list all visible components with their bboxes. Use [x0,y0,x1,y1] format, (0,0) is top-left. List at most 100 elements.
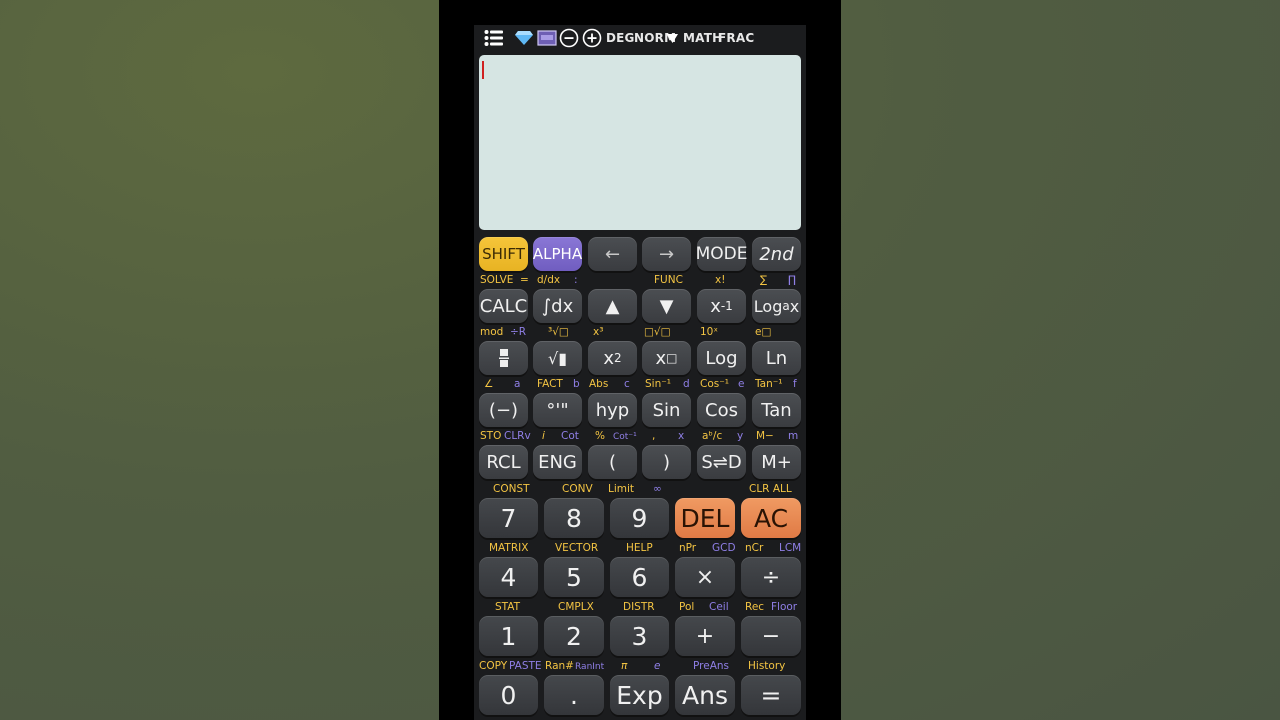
calc-key[interactable]: CALC [479,289,528,323]
digit-5-key[interactable]: 5 [544,557,604,597]
arrow-right-icon: → [658,243,675,265]
loga-x: x [789,296,800,316]
rcl-key[interactable]: RCL [479,445,528,479]
label-paste: PASTE [509,660,542,672]
sin-key[interactable]: Sin [642,393,691,427]
label-pol: Pol [679,601,695,613]
digit-2-key[interactable]: 2 [544,616,604,656]
label-preans: PreAns [693,660,730,672]
label-ten-power: 10ˣ [700,326,719,338]
label-nth-root: □√□ [644,326,671,338]
zoom-out-icon[interactable] [559,25,579,51]
label-var-f: f [793,378,797,390]
decimal-point-key[interactable]: . [544,675,604,715]
digit-1-key[interactable]: 1 [479,616,538,656]
s-to-d-key[interactable]: S⇌D [697,445,746,479]
loga-text: Log [753,296,783,316]
arrow-up-icon: ▲ [605,295,620,317]
divide-key[interactable]: ÷ [741,557,801,597]
label-var-m: m [788,430,799,442]
second-function-key[interactable]: 2nd [752,237,801,271]
cursor-right-key[interactable]: → [642,237,691,271]
label-clrv: CLRv [504,430,531,442]
cursor-down-key[interactable]: ▼ [642,289,691,323]
shift-key[interactable]: SHIFT [479,237,528,271]
inverse-base: x [710,295,721,317]
label-help: HELP [626,542,653,554]
multiply-key[interactable]: × [675,557,735,597]
cursor-left-key[interactable]: ← [588,237,637,271]
inverse-key[interactable]: x -1 [697,289,746,323]
close-paren-key[interactable]: ) [642,445,691,479]
label-product: ∏ [788,274,796,286]
input-cursor [482,61,484,79]
square-root-key[interactable]: √▮ [533,341,582,375]
all-clear-key[interactable]: AC [741,498,801,538]
fraction-key[interactable] [479,341,528,375]
plus-key[interactable]: + [675,616,735,656]
digit-8-key[interactable]: 8 [544,498,604,538]
ln-key[interactable]: Ln [752,341,801,375]
label-floor: Floor [771,601,798,613]
mode-key[interactable]: MODE [696,237,747,271]
delete-key[interactable]: DEL [675,498,735,538]
square-key[interactable]: x2 [588,341,637,375]
label-tan-inverse: Tan⁻¹ [755,378,783,390]
m-plus-key[interactable]: M+ [752,445,801,479]
inverse-exponent: -1 [720,299,733,313]
label-angle: ∠ [484,378,494,390]
equals-key[interactable]: = [741,675,801,715]
hyp-key[interactable]: hyp [588,393,637,427]
digit-9-key[interactable]: 9 [610,498,669,538]
log-key[interactable]: Log [697,341,746,375]
dropdown-triangle-icon[interactable] [667,25,678,51]
arrow-left-icon: ← [604,243,621,265]
degree-minute-second-key[interactable]: °'" [533,393,582,427]
arrow-down-icon: ▼ [659,295,674,317]
label-limit: Limit [608,483,635,495]
ans-key[interactable]: Ans [675,675,735,715]
digit-6-key[interactable]: 6 [610,557,669,597]
label-var-b: b [573,378,580,390]
label-func: FUNC [654,274,683,286]
eng-key[interactable]: ENG [533,445,582,479]
diamond-icon[interactable] [514,25,534,51]
label-percent: % [595,430,605,442]
label-clr-all: CLR ALL [749,483,792,495]
digit-4-key[interactable]: 4 [479,557,538,597]
minus-key[interactable]: − [741,616,801,656]
tan-key[interactable]: Tan [752,393,801,427]
negative-key[interactable]: (−) [479,393,528,427]
integral-key[interactable]: ∫dx [533,289,582,323]
label-sigma: ∑ [760,274,768,286]
label-ddx: d/dx [537,274,561,286]
label-var-c: c [624,378,630,390]
open-paren-key[interactable]: ( [588,445,637,479]
angle-mode-label: DEG [606,31,635,45]
calculator-display[interactable] [479,55,801,230]
display-toggle-icon[interactable] [537,25,557,51]
label-copy: COPY [479,660,508,672]
label-sto: STO [480,430,502,442]
alpha-key[interactable]: ALPHA [533,237,582,271]
label-vector: VECTOR [555,542,599,554]
label-abs: Abs [589,378,609,390]
label-random: Ran# [545,660,574,672]
label-npr: nPr [679,542,697,554]
cursor-up-key[interactable]: ▲ [588,289,637,323]
digit-7-key[interactable]: 7 [479,498,538,538]
label-cot: Cot [561,430,579,442]
label-random-int: RanInt [575,662,605,672]
digit-3-key[interactable]: 3 [610,616,669,656]
label-x-cubed: x³ [593,326,604,338]
cos-key[interactable]: Cos [697,393,746,427]
label-mixed-fraction: aᵇ/c [702,430,723,442]
zoom-in-icon[interactable] [582,25,602,51]
exp-key[interactable]: Exp [610,675,669,715]
fraction-icon [498,349,509,367]
digit-0-key[interactable]: 0 [479,675,538,715]
power-key[interactable]: x □ [642,341,691,375]
menu-icon[interactable] [484,25,504,51]
log-base-key[interactable]: Log a x [752,289,801,323]
label-const: CONST [493,483,530,495]
